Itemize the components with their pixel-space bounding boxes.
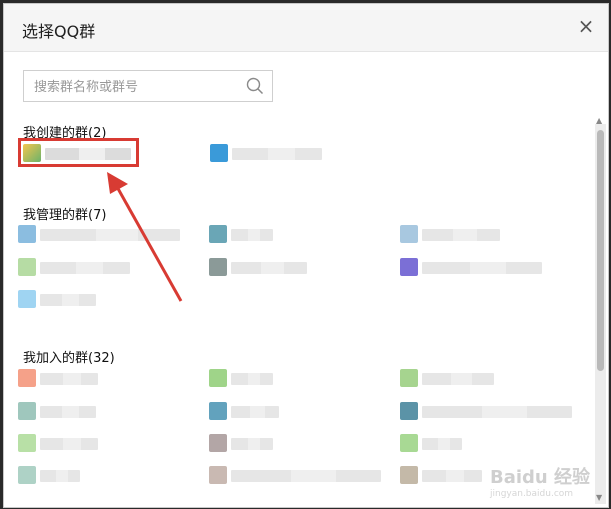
baidu-watermark: Baidu 经验 jingyan.baidu.com — [490, 463, 590, 499]
scroll-down-icon[interactable]: ▼ — [596, 494, 604, 502]
annotation-arrow — [107, 172, 183, 302]
watermark-url: jingyan.baidu.com — [489, 489, 574, 499]
scrollbar-thumb[interactable] — [597, 130, 604, 371]
watermark-brand: Baidu 经验 — [489, 467, 590, 488]
select-qq-group-dialog: 选择QQ群 × 我创建的群(2) 我管理的群(7) 我加入的群(32) — [3, 3, 609, 508]
